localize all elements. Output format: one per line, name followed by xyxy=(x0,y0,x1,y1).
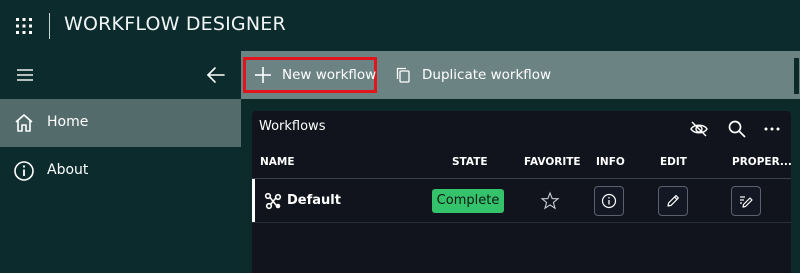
pencil-icon xyxy=(667,195,679,207)
column-header-edit[interactable]: EDIT xyxy=(660,156,687,168)
column-header-state[interactable]: STATE xyxy=(452,156,488,168)
more-options-icon[interactable] xyxy=(762,119,782,139)
duplicate-workflow-label: Duplicate workflow xyxy=(422,67,552,83)
title-separator xyxy=(49,13,50,39)
sidebar-header xyxy=(0,51,241,99)
home-icon xyxy=(15,114,33,132)
table-header: NAME STATE FAVORITE INFO EDIT PROPER... xyxy=(252,151,792,186)
hamburger-menu-icon[interactable] xyxy=(15,68,35,82)
workflows-panel: Workflows NAME STATE FAVORITE INFO EDIT … xyxy=(252,111,792,273)
sidebar-item-label: Home xyxy=(47,114,89,130)
column-header-properties[interactable]: PROPER... xyxy=(732,156,792,168)
column-header-name[interactable]: NAME xyxy=(260,156,295,168)
column-header-info[interactable]: INFO xyxy=(596,156,625,168)
main-content: New workflow Duplicate workflow Workflow… xyxy=(241,51,800,273)
copy-icon xyxy=(396,67,410,83)
info-icon xyxy=(601,193,617,209)
app-title: WORKFLOW DESIGNER xyxy=(64,13,286,35)
row-selection-accent xyxy=(252,179,255,223)
edit-button[interactable] xyxy=(658,186,688,216)
app-launcher-icon[interactable] xyxy=(15,17,33,35)
workflow-graph-icon xyxy=(264,192,282,210)
sidebar-item-home[interactable]: Home xyxy=(0,99,241,147)
sidebar-item-about[interactable]: About xyxy=(0,147,241,195)
info-button[interactable] xyxy=(594,186,624,216)
sidebar-item-label: About xyxy=(47,162,89,178)
new-workflow-button[interactable]: New workflow xyxy=(243,57,377,93)
duplicate-workflow-button[interactable]: Duplicate workflow xyxy=(386,60,556,90)
toolbar-edge xyxy=(794,58,799,94)
app-window: WORKFLOW DESIGNER Home About New workflo… xyxy=(0,0,800,273)
top-bar: WORKFLOW DESIGNER xyxy=(0,0,800,51)
command-toolbar: New workflow Duplicate workflow xyxy=(241,51,800,99)
column-header-favorite[interactable]: FAVORITE xyxy=(524,156,581,168)
collapse-arrow-icon[interactable] xyxy=(205,64,227,86)
state-badge: Complete xyxy=(432,189,504,213)
eye-off-icon[interactable] xyxy=(689,119,709,139)
workflow-name[interactable]: Default xyxy=(287,193,341,208)
properties-edit-icon xyxy=(740,196,753,208)
panel-title: Workflows xyxy=(259,119,326,134)
sidebar: Home About xyxy=(0,51,241,273)
row-divider xyxy=(252,222,791,223)
info-icon xyxy=(14,161,34,181)
properties-button[interactable] xyxy=(731,186,761,216)
table-row[interactable]: Default Complete xyxy=(252,179,791,223)
new-workflow-label: New workflow xyxy=(282,67,377,83)
favorite-star-icon[interactable] xyxy=(540,191,560,211)
plus-icon xyxy=(255,67,271,83)
search-icon[interactable] xyxy=(727,119,747,139)
